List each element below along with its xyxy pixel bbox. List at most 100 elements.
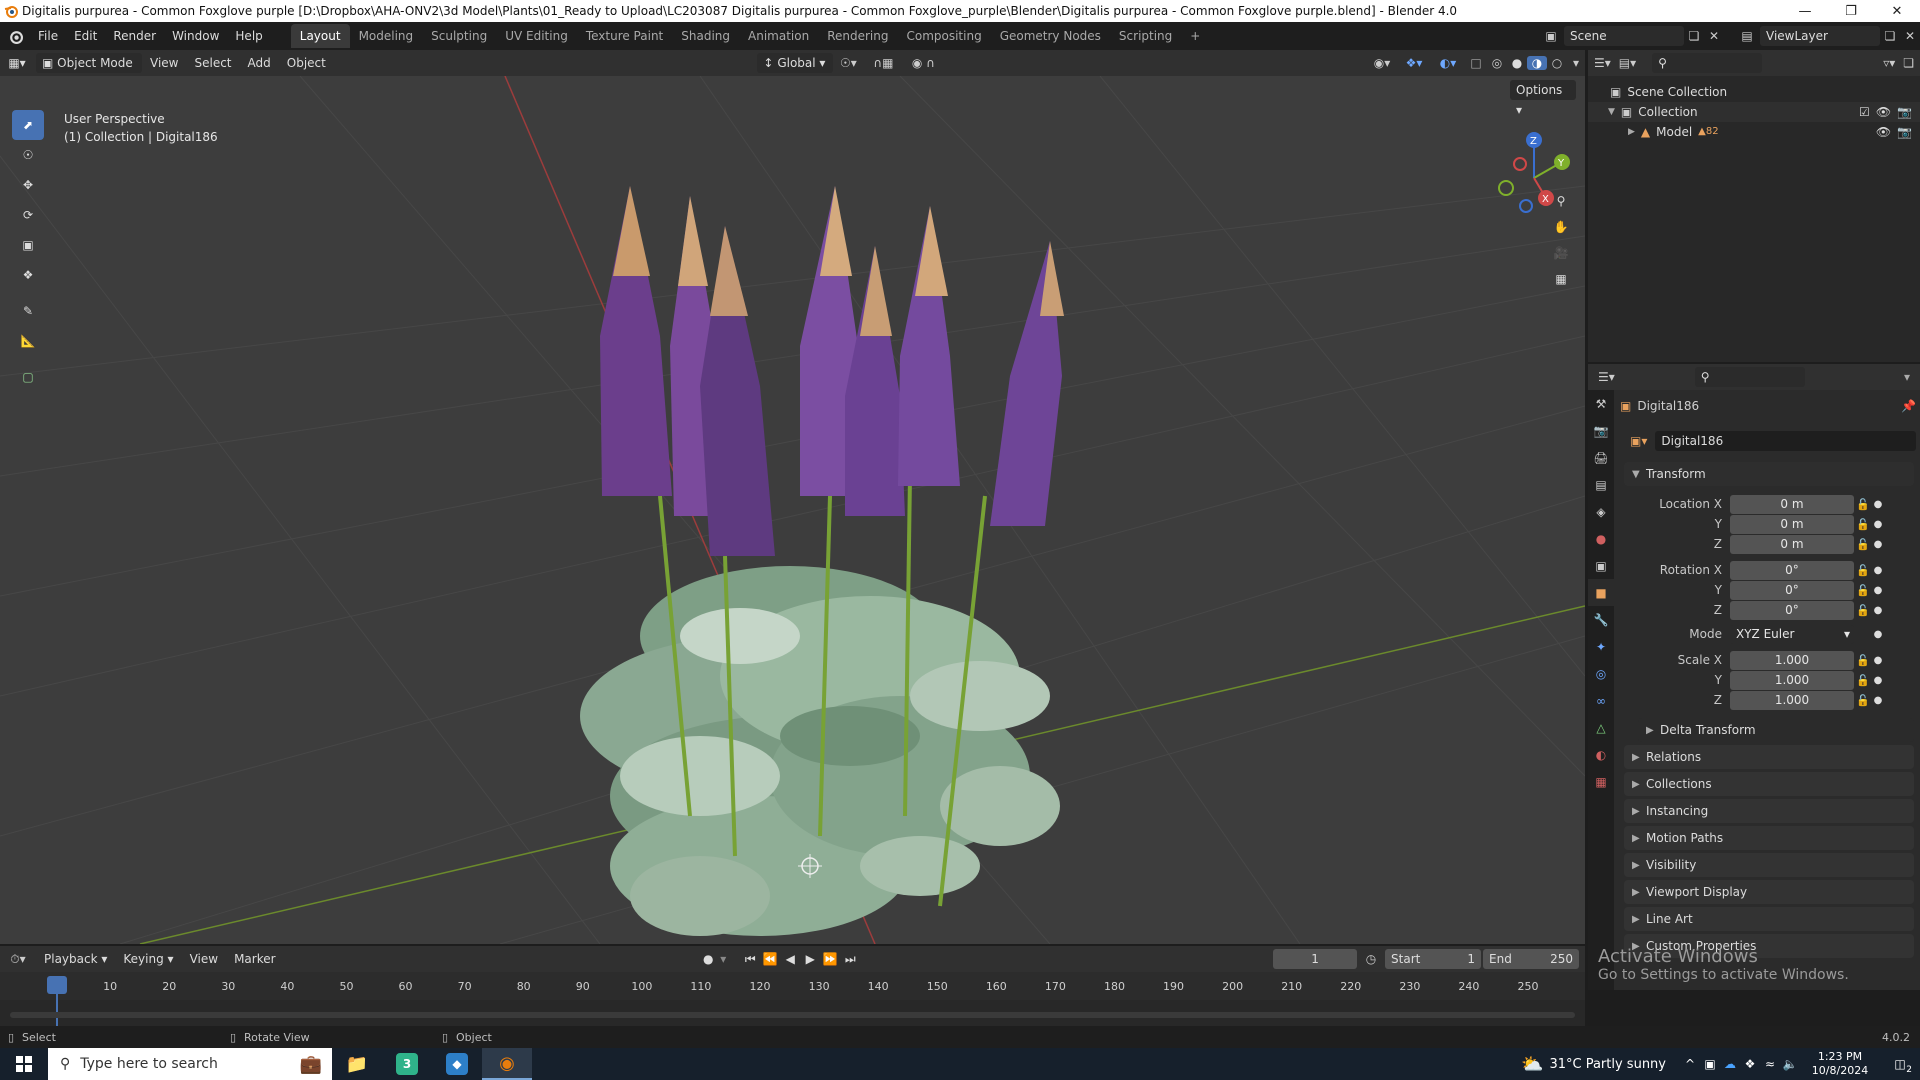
scene-name-field[interactable]: Scene: [1564, 26, 1684, 46]
tab-scripting[interactable]: Scripting: [1110, 24, 1181, 48]
physics-tab-icon[interactable]: ◎: [1588, 660, 1614, 687]
move-tool[interactable]: ✥: [12, 170, 44, 200]
jump-start-icon[interactable]: ⏮: [740, 952, 760, 967]
menu-file[interactable]: File: [30, 25, 66, 47]
shading-material-icon[interactable]: ◑: [1527, 56, 1547, 70]
menu-window[interactable]: Window: [164, 25, 227, 47]
panel-line-art[interactable]: ▶ Line Art: [1624, 907, 1914, 931]
record-icon[interactable]: ●: [696, 952, 720, 966]
tool-tab-icon[interactable]: ⚒: [1588, 390, 1614, 417]
wifi-icon[interactable]: ≈: [1760, 1057, 1780, 1071]
scene-tab-icon[interactable]: ◈: [1588, 498, 1614, 525]
delta-transform-subpanel[interactable]: ▶ Delta Transform: [1638, 718, 1914, 742]
lock-icon[interactable]: 🔓: [1854, 564, 1872, 577]
properties-editor-icon[interactable]: ☰▾: [1598, 370, 1615, 384]
rotate-tool[interactable]: ⟳: [12, 200, 44, 230]
keyframe-dot-icon[interactable]: ●: [1872, 585, 1884, 596]
prev-keyframe-icon[interactable]: ⏪: [760, 952, 780, 966]
start-frame-field[interactable]: Start 1: [1385, 949, 1482, 969]
shading-wireframe-icon[interactable]: ◎: [1487, 56, 1507, 70]
properties-search-input[interactable]: ⚲: [1694, 367, 1805, 387]
viewport-menu-view[interactable]: View: [142, 52, 186, 74]
lock-icon[interactable]: 🔓: [1854, 654, 1872, 667]
gizmo-toggle-icon[interactable]: ❖▾: [1397, 56, 1431, 70]
add-workspace-button[interactable]: +: [1181, 24, 1209, 48]
chevron-right-icon[interactable]: ▶: [1628, 122, 1635, 142]
keyframe-dot-icon[interactable]: ●: [1872, 655, 1884, 666]
delete-scene-icon[interactable]: ✕: [1704, 29, 1724, 43]
timeline-menu-keying[interactable]: Keying ▾: [115, 948, 181, 970]
panel-viewport-display[interactable]: ▶ Viewport Display: [1624, 880, 1914, 904]
new-scene-icon[interactable]: ❏: [1684, 29, 1704, 43]
tab-modeling[interactable]: Modeling: [350, 24, 423, 48]
menu-render[interactable]: Render: [105, 25, 164, 47]
play-icon[interactable]: ▶: [800, 952, 820, 966]
current-frame-field[interactable]: 1: [1273, 949, 1358, 969]
lock-icon[interactable]: 🔓: [1854, 694, 1872, 707]
minimize-button[interactable]: —: [1782, 0, 1828, 22]
timeline-menu-marker[interactable]: Marker: [226, 948, 283, 970]
scale-x-field[interactable]: 1.000: [1730, 650, 1854, 670]
particles-tab-icon[interactable]: ✦: [1588, 633, 1614, 660]
notification-button[interactable]: ◫ 2: [1880, 1057, 1920, 1075]
lock-icon[interactable]: 🔓: [1854, 538, 1872, 551]
pivot-point-icon[interactable]: ☉▾: [833, 56, 863, 70]
keyframe-dot-icon[interactable]: ●: [1872, 539, 1884, 550]
object-tab-icon[interactable]: ■: [1588, 579, 1614, 606]
scene-selector-icon[interactable]: ▣: [1538, 29, 1564, 43]
3d-viewport[interactable]: ⬈ ☉ ✥ ⟳ ▣ ❖ ✎ 📐 ▢ User Perspective (1) C…: [0, 76, 1585, 944]
keyframe-dot-icon[interactable]: ●: [1872, 675, 1884, 686]
scale-tool[interactable]: ▣: [12, 230, 44, 260]
volume-icon[interactable]: 🔈: [1780, 1057, 1800, 1071]
overlay-toggle-icon[interactable]: ◐▾: [1431, 56, 1465, 70]
shading-options-icon[interactable]: ▾: [1567, 56, 1585, 70]
add-cube-tool[interactable]: ▢: [12, 362, 44, 392]
tab-layout[interactable]: Layout: [290, 24, 350, 48]
zoom-icon[interactable]: ⚲: [1548, 188, 1574, 214]
tray-icon-1[interactable]: ▣: [1700, 1057, 1720, 1071]
eye-icon[interactable]: 👁: [1876, 102, 1891, 122]
location-y-field[interactable]: 0 m: [1730, 514, 1854, 534]
panel-relations[interactable]: ▶ Relations: [1624, 745, 1914, 769]
shading-solid-icon[interactable]: ●: [1507, 56, 1527, 70]
display-mode-icon[interactable]: ▤▾: [1619, 56, 1636, 70]
location-x-field[interactable]: 0 m: [1730, 494, 1854, 514]
material-tab-icon[interactable]: ◐: [1588, 741, 1614, 768]
file-explorer-icon[interactable]: 📁: [332, 1054, 382, 1075]
view-layer-icon[interactable]: ▤: [1734, 29, 1760, 43]
outliner-editor-icon[interactable]: ☰▾: [1594, 56, 1611, 70]
play-reverse-icon[interactable]: ◀: [780, 952, 800, 966]
scale-z-field[interactable]: 1.000: [1730, 690, 1854, 710]
rotation-mode-dropdown[interactable]: XYZ Euler ▾: [1730, 624, 1854, 644]
transform-orientation-dropdown[interactable]: ↕ Global ▾: [757, 53, 834, 73]
tab-animation[interactable]: Animation: [739, 24, 818, 48]
playhead-marker[interactable]: [47, 976, 67, 994]
lock-icon[interactable]: 🔓: [1854, 674, 1872, 687]
weather-text[interactable]: 31°C Partly sunny: [1549, 1057, 1680, 1072]
object-data-selector[interactable]: ▣▾: [1626, 434, 1652, 448]
panel-visibility[interactable]: ▶ Visibility: [1624, 853, 1914, 877]
lock-icon[interactable]: 🔓: [1854, 584, 1872, 597]
panel-instancing[interactable]: ▶ Instancing: [1624, 799, 1914, 823]
select-box-tool[interactable]: ⬈: [12, 110, 44, 140]
chevron-down-icon[interactable]: ▼: [1608, 102, 1615, 122]
modifier-tab-icon[interactable]: 🔧: [1588, 606, 1614, 633]
world-tab-icon[interactable]: ●: [1588, 525, 1614, 552]
timeline-editor-icon[interactable]: ⏱▾: [0, 952, 36, 967]
outliner-collection[interactable]: ▼ ▣ Collection ☑ 👁 📷: [1588, 102, 1920, 122]
tab-geometry-nodes[interactable]: Geometry Nodes: [991, 24, 1110, 48]
taskbar-blender[interactable]: ◉: [482, 1048, 532, 1080]
panel-motion-paths[interactable]: ▶ Motion Paths: [1624, 826, 1914, 850]
constraints-tab-icon[interactable]: ∞: [1588, 687, 1614, 714]
location-z-field[interactable]: 0 m: [1730, 534, 1854, 554]
taskbar-app-s[interactable]: ◆: [432, 1053, 482, 1075]
chevron-down-icon[interactable]: ▾: [720, 952, 740, 966]
pan-hand-icon[interactable]: ✋: [1548, 214, 1574, 240]
chevron-down-icon[interactable]: ▾: [1904, 370, 1920, 384]
viewport-menu-add[interactable]: Add: [240, 52, 279, 74]
timeline-menu-playback[interactable]: Playback ▾: [36, 948, 115, 970]
weather-icon[interactable]: ⛅: [1521, 1054, 1549, 1075]
tab-uv-editing[interactable]: UV Editing: [496, 24, 577, 48]
dropbox-icon[interactable]: ❖: [1740, 1057, 1760, 1071]
checkbox-icon[interactable]: ☑: [1859, 102, 1870, 122]
